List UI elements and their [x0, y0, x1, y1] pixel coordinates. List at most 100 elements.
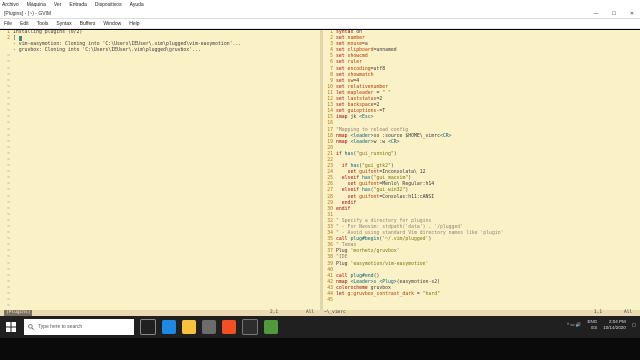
vm-menu-item[interactable]: Ver: [54, 2, 62, 8]
vm-menu-item[interactable]: Entrada: [69, 2, 87, 8]
code-token: so :source $HOME\_vimrc: [373, 133, 440, 139]
vm-menu-item[interactable]: Dispositivos: [95, 2, 122, 8]
app-icon[interactable]: [222, 320, 236, 334]
language-indicator[interactable]: ENG ES: [587, 319, 597, 331]
code-token: " - Avoid using standard Vim directory n…: [336, 231, 504, 237]
minimize-button[interactable]: —: [592, 10, 600, 18]
code-token: has: [347, 164, 360, 170]
store-icon[interactable]: [202, 320, 216, 334]
code-token: showmatch: [344, 72, 374, 78]
code-token: "IDE: [336, 255, 348, 261]
code-token: endif: [336, 200, 357, 206]
code-token: backspace: [344, 103, 374, 109]
code-token: <Esc>: [359, 115, 374, 121]
code-token: 'morhetz/gruvbox': [350, 249, 400, 255]
code-text: imap jk <Esc>: [336, 115, 374, 121]
code-token: Plug: [336, 249, 351, 255]
code-token: set: [336, 182, 357, 188]
menu-item-buffers[interactable]: Buffers: [80, 21, 96, 27]
code-token: " ": [382, 90, 391, 96]
windows-taskbar: Type here to search ^ ▭ 🔊 ENG ES 2:04 PM…: [0, 316, 640, 360]
vm-menu-item[interactable]: Ayuda: [130, 2, 144, 8]
text-cursor: [18, 36, 22, 42]
code-token: set: [336, 54, 345, 60]
code-token: ): [390, 164, 394, 170]
code-token: <CR>: [440, 133, 452, 139]
editor-area: 1 Installing plugins (0/2) 2[ - vim-easymo…: [0, 30, 640, 316]
code-token: ruler: [344, 60, 362, 66]
close-button[interactable]: ✕: [628, 10, 636, 18]
maximize-button[interactable]: ☐: [610, 10, 618, 18]
start-button[interactable]: [0, 316, 22, 338]
code-token: =2: [376, 97, 383, 103]
code-token: '~/.vim/plugged': [382, 237, 429, 243]
code-token: elseif: [336, 176, 360, 182]
clock[interactable]: 2:04 PM 10/14/2020: [603, 319, 626, 331]
menu-item-edit[interactable]: Edit: [20, 21, 29, 27]
menu-item-syntax[interactable]: Syntax: [56, 21, 71, 27]
system-tray: ^ ▭ 🔊 ENG ES 2:04 PM 10/14/2020 ▢: [567, 319, 636, 331]
line-text: Installing plugins (0/2): [13, 30, 83, 35]
vm-menu-item[interactable]: Máquina: [27, 2, 46, 8]
code-token: imap: [336, 115, 348, 121]
code-token: showcmd: [344, 54, 368, 60]
window-title: [Plugins] - (~) - GVIM: [4, 11, 52, 17]
line-text: - gruvbox: Cloning into 'C:\Users\IEUser…: [13, 48, 201, 54]
code-token: =unnamed: [373, 48, 397, 54]
notifications-icon[interactable]: ▢: [632, 322, 636, 328]
task-view-icon[interactable]: [140, 319, 156, 335]
code-token: g:gruvbox_contrast_dark: [344, 292, 414, 298]
code-token: clipboard: [344, 48, 374, 54]
code-token: guifont: [356, 170, 380, 176]
code-token: ): [408, 176, 412, 182]
edge-icon[interactable]: [162, 320, 176, 334]
code-token: =Inconsolata\ 12: [379, 170, 426, 176]
menu-item-tools[interactable]: Tools: [37, 21, 49, 27]
menu-item-help[interactable]: Help: [129, 21, 139, 27]
taskbar-search[interactable]: Type here to search: [24, 319, 134, 335]
code-token: "gui_gtk2": [362, 164, 391, 170]
plugins-pane[interactable]: 1 Installing plugins (0/2) 2[ - vim-easymo…: [0, 30, 320, 316]
file-explorer-icon[interactable]: [182, 320, 196, 334]
code-token: <Plug>: [376, 279, 397, 285]
code-token: =a: [362, 42, 368, 48]
code-token: number: [344, 36, 365, 42]
code-token: =utf8: [370, 66, 386, 72]
code-token: set: [336, 103, 345, 109]
code-token: gruvbox: [367, 285, 391, 291]
code-token: "gui_macvim": [373, 176, 409, 182]
code-token: has: [359, 188, 371, 194]
menu-item-file[interactable]: File: [4, 21, 12, 27]
code-token: Plug: [336, 261, 351, 267]
search-icon: [28, 324, 34, 330]
code-token: ): [428, 237, 432, 243]
vimrc-pane[interactable]: 1 syntax on 2 set number 3 set mouse=a 4 set cl…: [323, 30, 640, 316]
code-token: jk: [347, 115, 360, 121]
menu-item-window[interactable]: Window: [103, 21, 121, 27]
code-token: set: [336, 109, 345, 115]
code-token: mapleader: [344, 90, 374, 96]
code-token: 'easymotion/vim-easymotion': [350, 261, 429, 267]
code-token: guifont: [356, 194, 380, 200]
code-token: relativenumber: [344, 84, 388, 90]
code-token: =Consolas:h11:cANSI: [379, 194, 435, 200]
vm-menu-item[interactable]: Archivo: [2, 2, 19, 8]
terminal-icon[interactable]: [242, 319, 258, 335]
code-token: =2: [373, 103, 380, 109]
code-token: set: [336, 97, 345, 103]
code-token: guioptions: [344, 109, 377, 115]
gvim-menubar: File Edit Tools Syntax Buffers Window Help: [0, 19, 640, 29]
tray-icons[interactable]: ^ ▭ 🔊: [567, 322, 581, 328]
code-token: elseif: [336, 188, 360, 194]
code-token: guifont: [356, 182, 380, 188]
window-controls: — ☐ ✕: [592, 10, 636, 18]
code-token: set: [336, 60, 345, 66]
code-token: "gui_win32": [373, 188, 406, 194]
code-token: set: [336, 36, 345, 42]
code-token: set: [336, 48, 345, 54]
windows-logo-icon: [6, 322, 16, 332]
code-token: laststatus: [344, 97, 377, 103]
line-number: 45: [327, 298, 333, 304]
code-token: w :w: [373, 139, 389, 145]
gvim-icon[interactable]: [264, 320, 278, 334]
